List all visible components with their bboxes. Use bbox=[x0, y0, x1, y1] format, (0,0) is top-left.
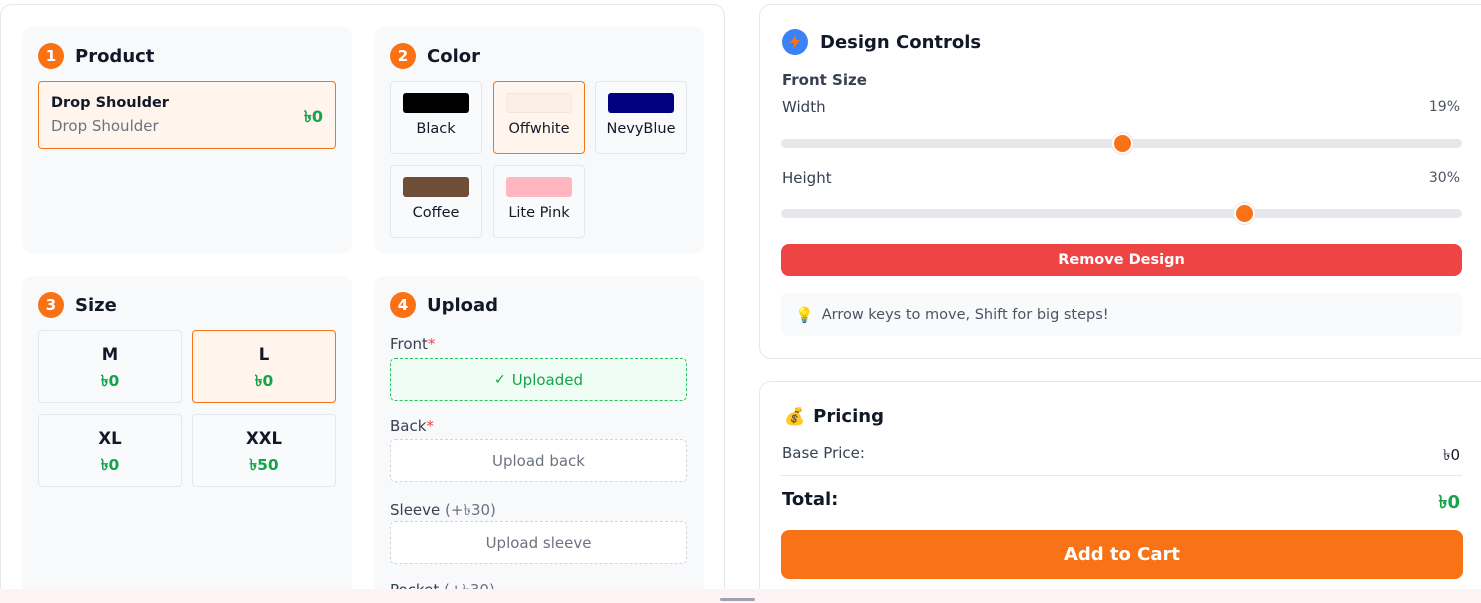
required-marker: * bbox=[426, 417, 434, 435]
height-value: 30% bbox=[1428, 170, 1460, 186]
upload-step-header: 4 Upload bbox=[390, 292, 498, 318]
total-value: ৳0 bbox=[1438, 492, 1461, 513]
height-label: Height bbox=[782, 169, 832, 187]
uploaded-text: Uploaded bbox=[511, 370, 584, 389]
color-option-coffee[interactable]: Coffee bbox=[390, 165, 482, 238]
base-price-value: ৳0 bbox=[1442, 446, 1460, 464]
lightbulb-icon: 💡 bbox=[795, 305, 814, 324]
tip-text: Arrow keys to move, Shift for big steps! bbox=[821, 306, 1109, 323]
color-chip bbox=[506, 177, 572, 197]
pricing-card: 💰 Pricing Base Price: ৳0 Total: ৳0 Add t… bbox=[759, 381, 1481, 603]
size-card: 3 Size M ৳0 L ৳0 XL ৳0 XXL ৳50 bbox=[22, 276, 352, 603]
product-subtitle: Drop Shoulder bbox=[51, 117, 159, 135]
size-name: M bbox=[101, 345, 119, 364]
color-option-offwhite[interactable]: Offwhite bbox=[493, 81, 585, 154]
required-marker: * bbox=[427, 335, 436, 353]
size-step-header: 3 Size bbox=[38, 292, 117, 318]
total-label: Total: bbox=[782, 489, 839, 510]
color-label: Black bbox=[416, 121, 456, 137]
color-label: Offwhite bbox=[508, 121, 570, 137]
size-price: ৳0 bbox=[100, 372, 120, 390]
design-controls-header: Design Controls bbox=[782, 29, 981, 55]
upload-sleeve-button[interactable]: Upload sleeve bbox=[390, 521, 687, 564]
width-slider[interactable] bbox=[781, 133, 1462, 154]
pricing-title: Pricing bbox=[813, 406, 884, 427]
front-size-label: Front Size bbox=[782, 71, 867, 89]
step-number: 4 bbox=[390, 292, 416, 318]
product-price: ৳0 bbox=[303, 107, 323, 126]
back-upload-label: Back* bbox=[390, 417, 434, 435]
money-bag-icon: 💰 bbox=[784, 406, 806, 427]
color-chip bbox=[403, 177, 469, 197]
remove-design-button[interactable]: Remove Design bbox=[781, 244, 1462, 276]
resize-handle[interactable] bbox=[720, 598, 755, 601]
sleeve-extra-price: (+৳30) bbox=[445, 501, 496, 519]
width-slider-thumb[interactable] bbox=[1111, 133, 1133, 154]
step-title: Color bbox=[427, 45, 480, 67]
size-option-xl[interactable]: XL ৳0 bbox=[38, 414, 182, 487]
step-title: Product bbox=[75, 45, 155, 67]
design-controls-card: Design Controls Front Size Width 19% Hei… bbox=[759, 4, 1481, 359]
front-upload-label: Front* bbox=[390, 335, 435, 353]
size-option-xxl[interactable]: XXL ৳50 bbox=[192, 414, 336, 487]
step-number: 1 bbox=[38, 43, 64, 69]
step-title: Size bbox=[75, 294, 117, 316]
color-option-lite-pink[interactable]: Lite Pink bbox=[493, 165, 585, 238]
front-upload-status[interactable]: ✓ Uploaded bbox=[390, 358, 687, 401]
color-chip bbox=[403, 93, 469, 113]
size-name: XXL bbox=[246, 429, 282, 448]
front-label-text: Front bbox=[390, 335, 428, 353]
size-option-l[interactable]: L ৳0 bbox=[192, 330, 336, 403]
step-number: 3 bbox=[38, 292, 64, 318]
keyboard-tip: 💡 Arrow keys to move, Shift for big step… bbox=[781, 293, 1462, 336]
color-step-header: 2 Color bbox=[390, 43, 480, 69]
width-value: 19% bbox=[1428, 99, 1460, 115]
upload-back-button[interactable]: Upload back bbox=[390, 439, 687, 482]
color-chip bbox=[608, 93, 674, 113]
size-price: ৳50 bbox=[249, 456, 279, 474]
product-step-header: 1 Product bbox=[38, 43, 154, 69]
height-slider[interactable] bbox=[781, 203, 1462, 224]
size-option-m[interactable]: M ৳0 bbox=[38, 330, 182, 403]
width-label: Width bbox=[782, 98, 826, 116]
check-icon: ✓ bbox=[493, 371, 506, 388]
product-option-drop-shoulder[interactable]: Drop Shoulder Drop Shoulder ৳0 bbox=[38, 81, 336, 149]
upload-card: 4 Upload Front* ✓ Uploaded Back* Upload … bbox=[374, 276, 704, 603]
color-label: Coffee bbox=[412, 205, 460, 221]
base-price-label: Base Price: bbox=[782, 444, 865, 462]
size-name: XL bbox=[98, 429, 122, 448]
back-label-text: Back bbox=[390, 417, 427, 435]
step-number: 2 bbox=[390, 43, 416, 69]
step-title: Upload bbox=[427, 294, 499, 316]
add-to-cart-button[interactable]: Add to Cart bbox=[781, 530, 1463, 579]
product-card: 1 Product Drop Shoulder Drop Shoulder ৳0 bbox=[22, 27, 352, 253]
customizer-panel: 1 Product Drop Shoulder Drop Shoulder ৳0… bbox=[0, 4, 725, 603]
product-name: Drop Shoulder bbox=[51, 95, 169, 111]
sleeve-label-text: Sleeve bbox=[390, 501, 441, 519]
upload-sleeve-text: Upload sleeve bbox=[485, 533, 592, 552]
pricing-header: 💰 Pricing bbox=[784, 406, 884, 427]
color-chip bbox=[506, 93, 572, 113]
color-card: 2 Color Black Offwhite NevyBlue Coffee L… bbox=[374, 27, 704, 253]
color-label: Lite Pink bbox=[508, 205, 570, 221]
pricing-divider bbox=[781, 475, 1462, 476]
color-option-nevyblue[interactable]: NevyBlue bbox=[595, 81, 687, 154]
design-controls-title: Design Controls bbox=[820, 31, 982, 53]
color-option-black[interactable]: Black bbox=[390, 81, 482, 154]
height-slider-thumb[interactable] bbox=[1234, 203, 1256, 224]
lightning-icon bbox=[782, 29, 808, 55]
color-label: NevyBlue bbox=[606, 121, 676, 137]
size-price: ৳0 bbox=[254, 372, 274, 390]
size-name: L bbox=[258, 345, 270, 364]
size-price: ৳0 bbox=[100, 456, 120, 474]
upload-back-text: Upload back bbox=[492, 451, 585, 470]
